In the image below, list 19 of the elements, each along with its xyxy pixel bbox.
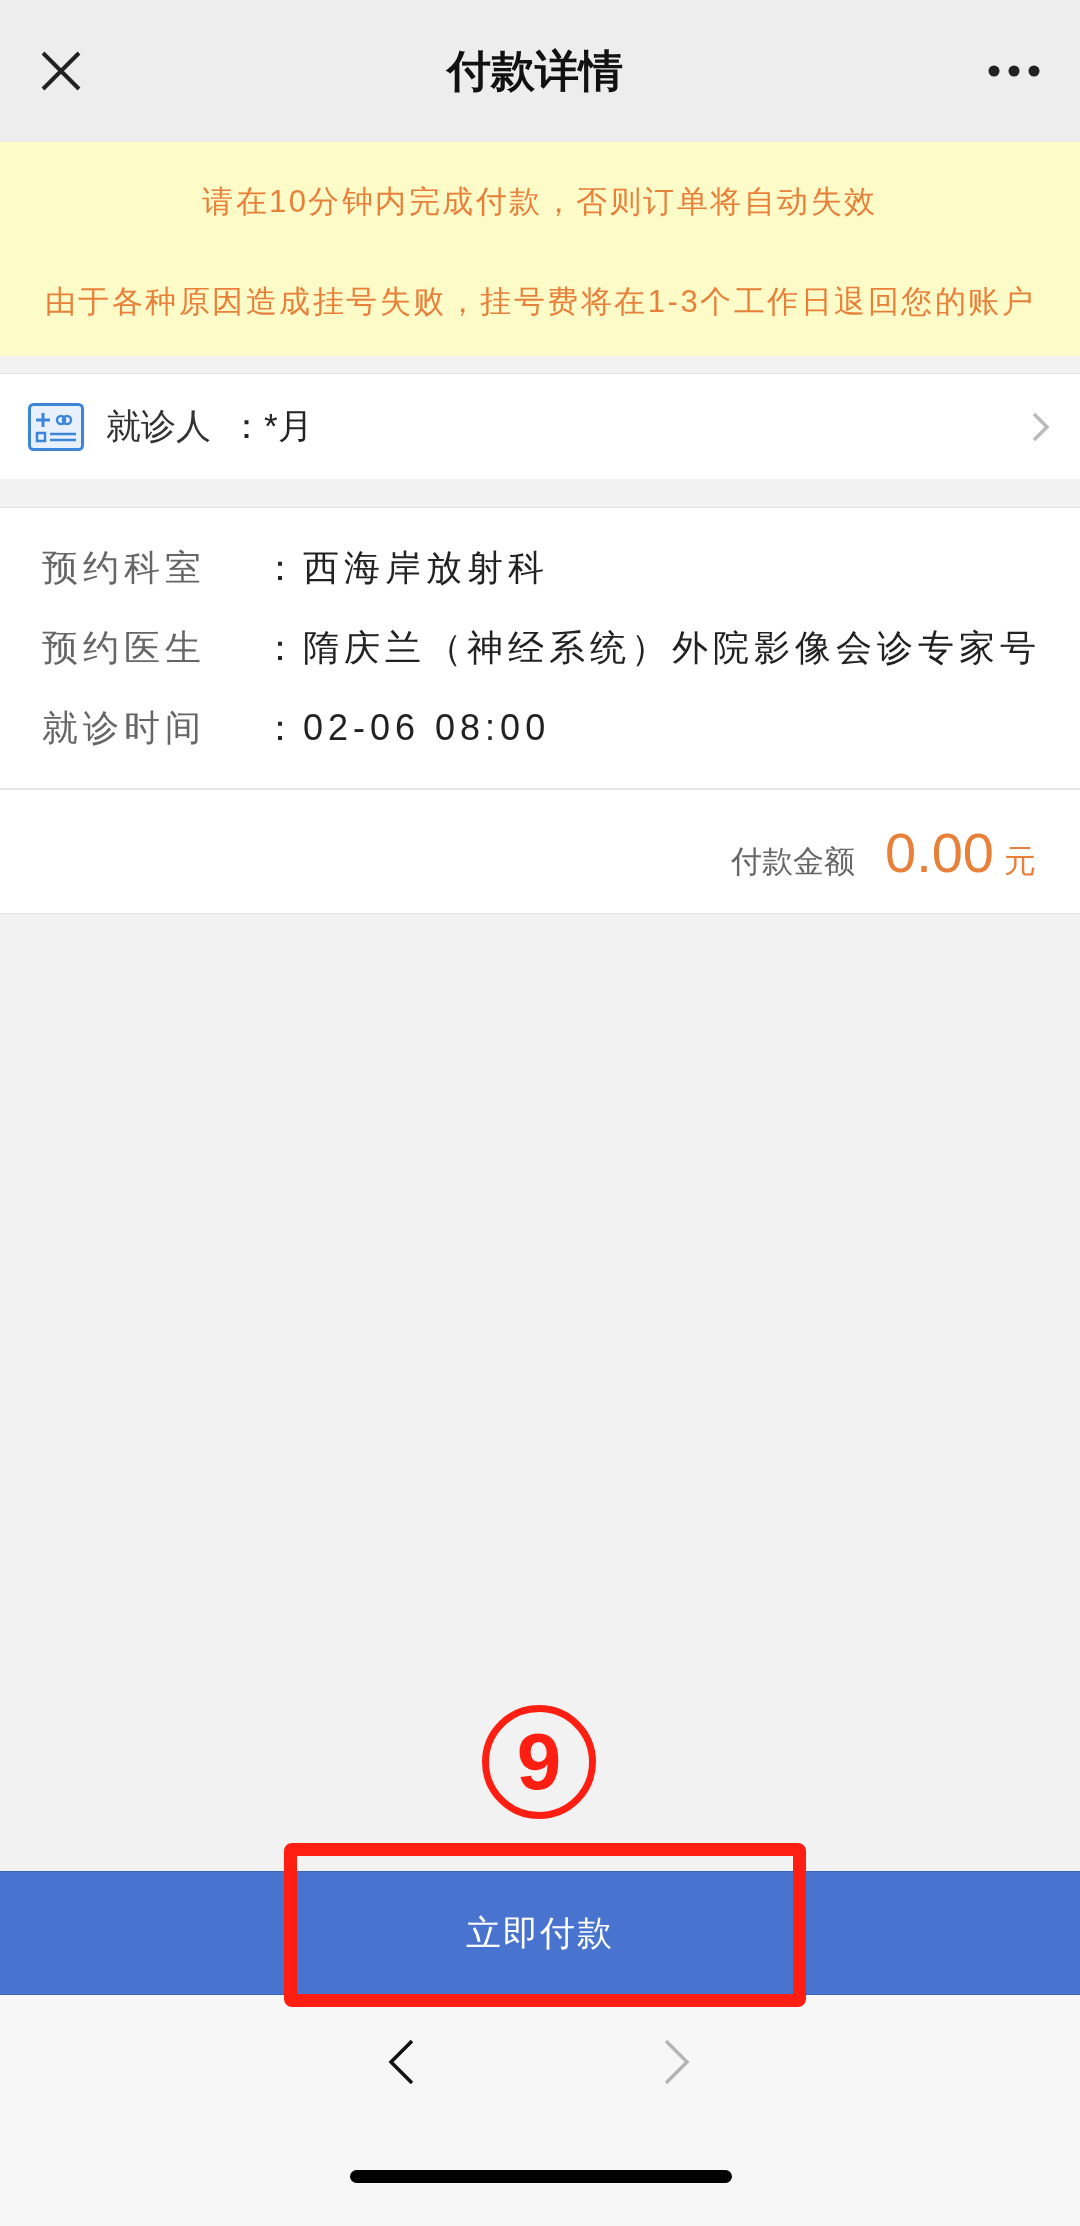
detail-label: 预约医生 [42, 626, 207, 670]
page-title: 付款详情 [447, 44, 623, 97]
detail-value: ：02-06 08:00 [262, 706, 551, 750]
amount-value: 0.00 [885, 820, 994, 885]
patient-label: 就诊人 [106, 405, 211, 447]
more-icon[interactable] [988, 65, 1040, 77]
detail-label: 就诊时间 [42, 706, 207, 750]
detail-value: ：隋庆兰（神经系统）外院影像会诊专家号 [262, 626, 1041, 670]
notice-text: 请在10分钟内完成付款，否则订单将自动失效 [201, 183, 879, 221]
detail-label: 预约科室 [42, 546, 207, 590]
detail-value: ：西海岸放射科 [262, 546, 549, 590]
pay-now-button[interactable]: 立即付款 [0, 1871, 1080, 1995]
step-number: 9 [482, 1705, 596, 1819]
currency-unit: 元 [1004, 842, 1036, 881]
amount-label: 付款金额 [731, 843, 855, 881]
patient-value: ：*月 [229, 405, 314, 447]
notice-text: 由于各种原因造成挂号失败，挂号费将在1-3个工作日退回您的账户 [43, 283, 1037, 321]
close-icon[interactable] [40, 50, 82, 92]
patient-card-icon [28, 402, 84, 451]
